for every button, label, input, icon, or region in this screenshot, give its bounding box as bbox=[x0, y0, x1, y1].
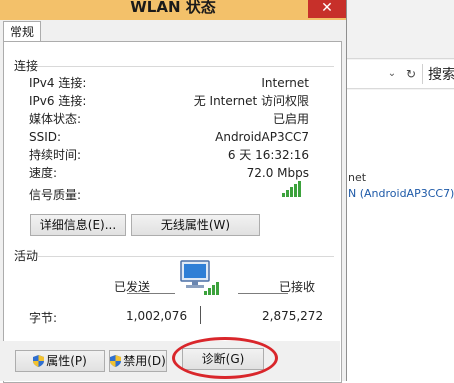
title-bar: WLAN 状态 bbox=[0, 0, 346, 20]
tab-strip bbox=[0, 20, 346, 42]
ssid-label: SSID: bbox=[29, 130, 62, 144]
connection-section-label: 连接 bbox=[14, 59, 39, 73]
media-state-row: 媒体状态: 已启用 bbox=[29, 110, 309, 128]
bytes-sent: 1,002,076 bbox=[126, 309, 188, 323]
bytes-label: 字节: bbox=[29, 311, 58, 325]
duration-label: 持续时间: bbox=[29, 148, 82, 162]
highlight-circle bbox=[172, 337, 278, 379]
speed-label: 速度: bbox=[29, 166, 58, 180]
section-divider bbox=[38, 66, 334, 67]
ipv4-value: Internet bbox=[261, 76, 309, 90]
signal-label: 信号质量: bbox=[29, 188, 82, 202]
uac-shield-icon bbox=[33, 355, 45, 367]
section-divider bbox=[38, 256, 334, 257]
general-panel: 连接 IPv4 连接: Internet IPv6 连接: 无 Internet… bbox=[3, 41, 342, 383]
search-box[interactable]: 搜索 bbox=[428, 64, 454, 84]
ssid-row: SSID: AndroidAP3CC7 bbox=[29, 128, 309, 146]
received-line bbox=[238, 293, 288, 294]
ipv4-label: IPv4 连接: bbox=[29, 76, 87, 90]
uac-shield-icon bbox=[110, 355, 122, 367]
ssid-value: AndroidAP3CC7 bbox=[215, 130, 309, 144]
window-title: WLAN 状态 bbox=[130, 0, 216, 16]
sent-line bbox=[127, 293, 175, 294]
duration-value: 6 天 16:32:16 bbox=[227, 148, 309, 162]
network-computer-icon bbox=[178, 258, 224, 298]
speed-row: 速度: 72.0 Mbps bbox=[29, 164, 309, 182]
refresh-icon[interactable]: ↻ bbox=[402, 66, 420, 82]
details-button[interactable]: 详细信息(E)... bbox=[30, 214, 126, 236]
speed-value: 72.0 Mbps bbox=[246, 166, 309, 180]
bytes-received: 2,875,272 bbox=[262, 309, 324, 323]
signal-bars-icon bbox=[282, 181, 302, 197]
network-item-text: net bbox=[348, 171, 367, 184]
ipv6-value: 无 Internet 访问权限 bbox=[193, 94, 309, 108]
ipv6-label: IPv6 连接: bbox=[29, 94, 87, 108]
address-dropdown-icon[interactable]: ⌄ bbox=[382, 66, 402, 82]
wireless-properties-button[interactable]: 无线属性(W) bbox=[131, 214, 260, 236]
ipv6-row: IPv6 连接: 无 Internet 访问权限 bbox=[29, 92, 309, 110]
ipv4-row: IPv4 连接: Internet bbox=[29, 74, 309, 92]
wlan-status-dialog: WLAN 状态 常规 连接 IPv4 连接: Internet IPv6 连接:… bbox=[0, 0, 347, 383]
background-window: ⌄ ↻ 搜索 net N (AndroidAP3CC7) bbox=[340, 0, 454, 381]
background-window-content bbox=[340, 90, 454, 381]
properties-label: 属性(P) bbox=[46, 354, 87, 368]
address-separator bbox=[422, 64, 423, 84]
background-window-toolbar bbox=[340, 0, 454, 59]
tab-general[interactable]: 常规 bbox=[3, 21, 42, 42]
media-state-label: 媒体状态: bbox=[29, 112, 82, 126]
disable-label: 禁用(D) bbox=[123, 354, 166, 368]
properties-button[interactable]: 属性(P) bbox=[15, 350, 105, 372]
media-state-value: 已启用 bbox=[272, 112, 309, 126]
signal-row: 信号质量: bbox=[29, 186, 309, 204]
disable-button[interactable]: 禁用(D) bbox=[109, 350, 167, 372]
activity-section-label: 活动 bbox=[14, 249, 39, 263]
duration-row: 持续时间: 6 天 16:32:16 bbox=[29, 146, 309, 164]
network-item-name[interactable]: N (AndroidAP3CC7) bbox=[348, 187, 454, 200]
bytes-divider bbox=[200, 306, 201, 324]
close-button[interactable]: ✕ bbox=[308, 0, 346, 18]
